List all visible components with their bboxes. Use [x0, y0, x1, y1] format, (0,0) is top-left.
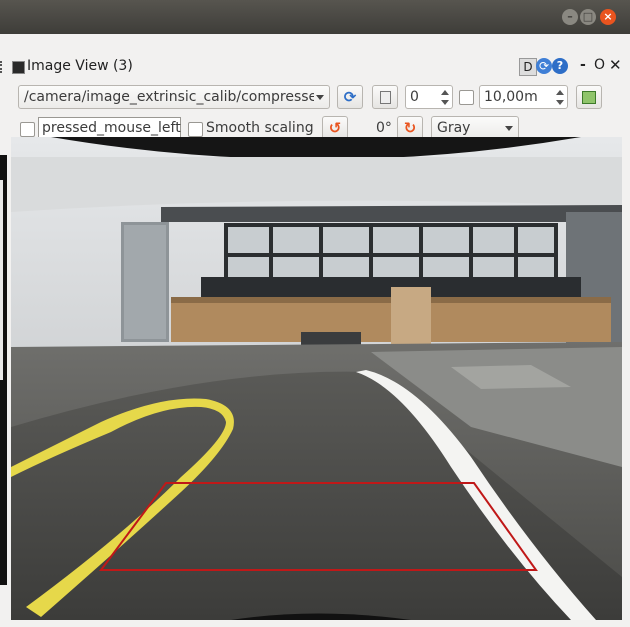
spin-down-icon[interactable] — [441, 100, 449, 105]
status-bar — [0, 620, 630, 627]
neighbor-panel-content — [0, 180, 3, 380]
dock-handle-icon[interactable] — [0, 61, 5, 73]
zoom-value: 0 — [410, 89, 419, 105]
dock-d-button[interactable]: D — [519, 58, 537, 76]
max-range-spinbox[interactable]: 10,00m — [479, 85, 568, 109]
zoom-fit-button[interactable] — [372, 85, 398, 109]
dock-minimize-button[interactable]: - — [580, 57, 586, 73]
max-range-checkbox[interactable] — [459, 90, 474, 105]
camera-image-render — [11, 137, 622, 620]
mouse-topic-value: pressed_mouse_left — [42, 120, 181, 136]
help-icon[interactable]: ? — [552, 58, 568, 74]
topic-select[interactable]: /camera/image_extrinsic_calib/compresse — [18, 85, 330, 109]
mouse-publish-checkbox[interactable] — [20, 122, 35, 137]
save-image-icon — [582, 91, 596, 104]
dock-title: Image View (3) — [27, 58, 133, 74]
rotation-value: 0° — [376, 120, 392, 136]
refresh-topics-button[interactable]: ⟳ — [337, 85, 363, 109]
dock-title-bar[interactable]: Image View (3) D ⟳ ? - O ✕ — [0, 55, 630, 79]
spin-up-icon[interactable] — [441, 90, 449, 95]
spin-up-icon[interactable] — [556, 90, 564, 95]
maximize-button[interactable]: □ — [580, 9, 596, 25]
topic-select-value: /camera/image_extrinsic_calib/compresse — [24, 89, 314, 105]
color-scheme-value: Gray — [437, 120, 471, 136]
image-view-icon — [12, 61, 25, 74]
zoom-icon — [379, 91, 391, 104]
smooth-scaling-label: Smooth scaling — [206, 120, 314, 136]
zoom-spinbox[interactable]: 0 — [405, 85, 453, 109]
max-range-value: 10,00m — [484, 89, 538, 105]
close-window-button[interactable]: × — [600, 9, 616, 25]
chevron-down-icon — [316, 95, 324, 100]
window-titlebar: – □ × — [0, 0, 630, 34]
mouse-topic-field[interactable]: pressed_mouse_left — [38, 117, 181, 139]
save-image-button[interactable] — [576, 85, 602, 109]
chevron-down-icon — [505, 126, 513, 131]
toolbar-separator — [0, 34, 630, 54]
dock-float-button[interactable]: O — [594, 57, 605, 73]
smooth-scaling-checkbox[interactable] — [188, 122, 203, 137]
minimize-button[interactable]: – — [562, 9, 578, 25]
camera-image[interactable] — [11, 137, 622, 620]
dock-close-button[interactable]: ✕ — [609, 56, 622, 74]
spin-down-icon[interactable] — [556, 100, 564, 105]
reload-icon[interactable]: ⟳ — [536, 58, 552, 74]
